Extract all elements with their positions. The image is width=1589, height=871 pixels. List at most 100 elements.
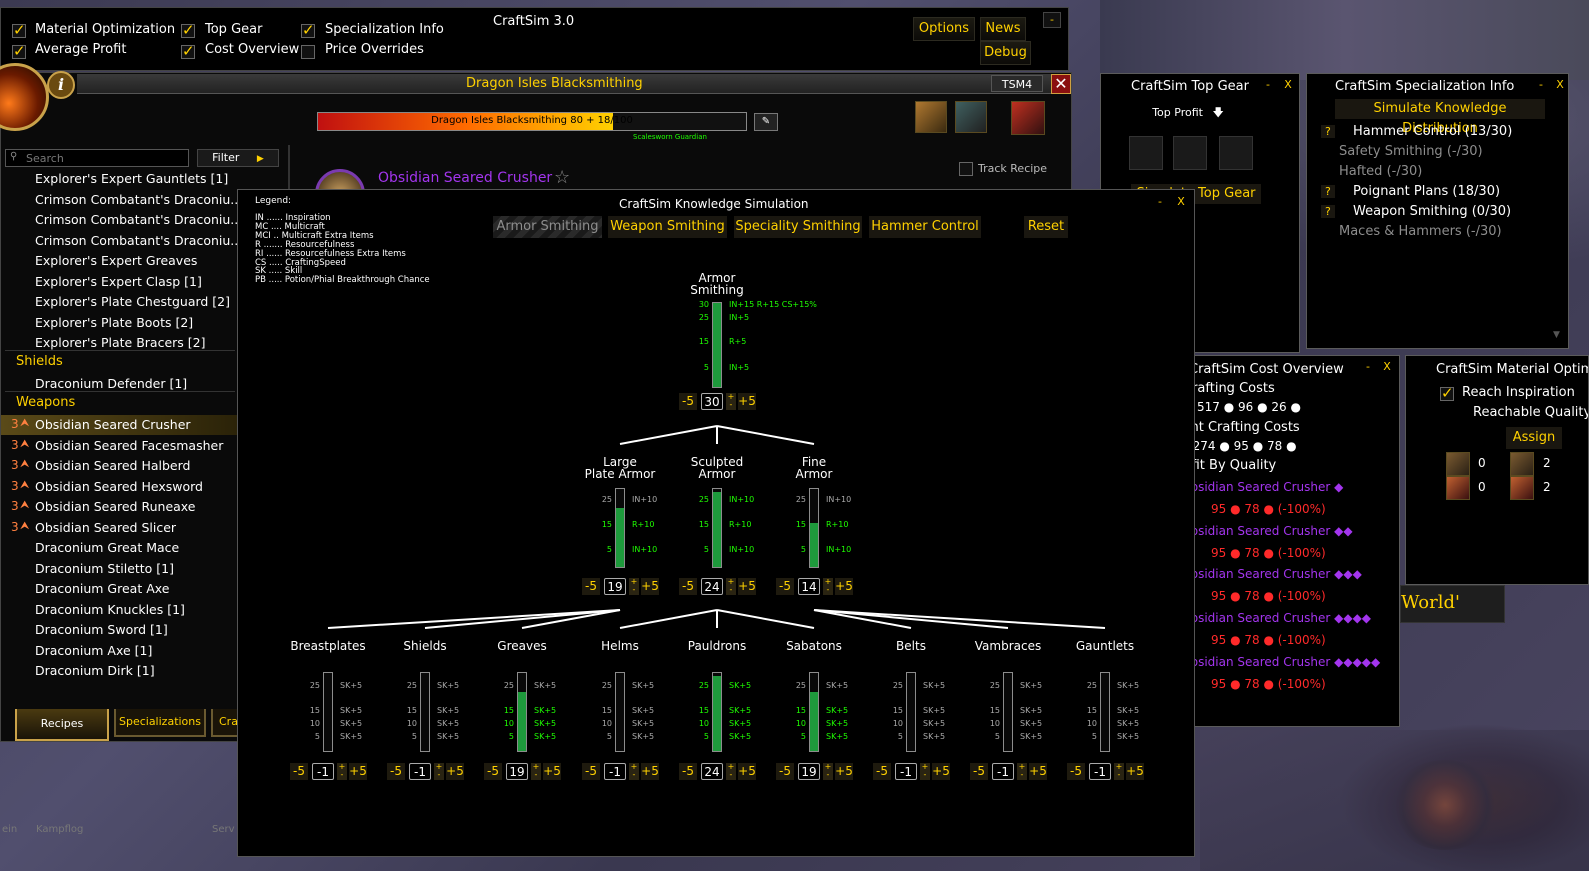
recipe-list-item[interactable]: Explorer's Expert Gauntlets [1] [1,169,241,189]
leaf-node-4-points-input[interactable]: 24 [701,763,723,780]
recipe-list-item[interactable]: Draconium Knuckles [1] [1,600,241,620]
decrease-5-button[interactable]: -5 [776,763,794,780]
increment-arrows[interactable]: + - [726,578,736,595]
decrease-5-button[interactable]: -5 [970,763,988,780]
info-icon[interactable]: i [47,71,75,99]
increase-5-button[interactable]: +5 [932,763,950,780]
category-header[interactable]: Shields [16,354,63,369]
category-header[interactable]: Weapons [16,395,75,410]
increase-5-button[interactable]: +5 [835,578,853,595]
spec-help-icon[interactable]: ? [1321,205,1335,218]
spec-help-icon[interactable]: ? [1321,185,1335,198]
recipe-list-item[interactable]: Crimson Combatant's Draconiu... [1,210,242,230]
recipe-list-item[interactable]: Crimson Combatant's Draconiu... [1,231,242,251]
decrease-5-button[interactable]: -5 [582,578,600,595]
check-cost-overview[interactable] [181,42,195,60]
root-node-points-input[interactable]: 30 [701,393,723,410]
gear-slot-1-icon[interactable] [1129,136,1163,170]
leaf-node-2-points-input[interactable]: 19 [506,763,528,780]
increment-arrows[interactable]: + - [337,763,347,780]
check-specialization-info[interactable] [301,21,315,39]
recipe-list-item[interactable]: Draconium Great Mace [1,538,241,558]
increment-arrows[interactable]: + - [531,763,541,780]
leaf-node-7-points-input[interactable]: -1 [992,763,1014,780]
options-button[interactable]: Options [913,17,975,41]
reach-inspiration-checkbox[interactable] [1440,384,1454,402]
increment-arrows[interactable]: + - [434,763,444,780]
decrease-5-button[interactable]: -5 [1067,763,1085,780]
increment-arrows[interactable]: + - [1114,763,1124,780]
increase-5-button[interactable]: +5 [641,578,659,595]
leaf-node-5-points-input[interactable]: 19 [798,763,820,780]
recipe-list-item[interactable]: 3 ⮝ Obsidian Seared Facesmasher [1,436,241,456]
increment-arrows[interactable]: + - [823,763,833,780]
recipe-list-item[interactable]: Crimson Combatant's Draconiu... [1,190,242,210]
recipe-list-item[interactable]: Draconium Axe [1] [1,641,241,661]
close-icon[interactable]: ✕ [1051,74,1071,94]
increment-arrows[interactable]: + - [629,578,639,595]
increase-5-button[interactable]: +5 [738,578,756,595]
decrease-5-button[interactable]: -5 [582,763,600,780]
chat-tab-server[interactable]: Serv [212,824,235,835]
decrease-5-button[interactable]: -5 [387,763,405,780]
leaf-node-6-points-input[interactable]: -1 [895,763,917,780]
filter-button[interactable]: Filter ▶ [197,149,279,167]
recipe-list-item[interactable]: Explorer's Plate Chestguard [2] [1,292,241,312]
recipe-list-item[interactable]: Explorer's Plate Boots [2] [1,313,241,333]
chat-tab-combat-log[interactable]: Kampflog [36,824,83,835]
recipe-list-item[interactable]: 3 ⮝ Obsidian Seared Crusher [1,415,241,435]
check-average-profit[interactable] [12,42,26,60]
increase-5-button[interactable]: +5 [738,393,756,410]
recipe-list-item[interactable]: Explorer's Expert Clasp [1] [1,272,241,292]
gear-slot-apron-icon[interactable] [955,101,987,133]
decrease-5-button[interactable]: -5 [776,578,794,595]
recipe-list-item[interactable]: 3 ⮝ Obsidian Seared Slicer [1,518,241,538]
search-field[interactable]: ⚲ Search [5,149,189,167]
mid-node-1-points-input[interactable]: 24 [701,578,723,595]
chat-tab-general[interactable]: ein [2,824,17,835]
decrease-5-button[interactable]: -5 [679,393,697,410]
profit-quality-item[interactable]: Obsidian Seared Crusher ◆◆◆◆◆ [1193,655,1380,669]
recipe-list-item[interactable]: Draconium Great Axe [1,579,241,599]
increment-arrows[interactable]: + - [726,763,736,780]
increase-5-button[interactable]: +5 [446,763,464,780]
gear-slot-2-icon[interactable] [1173,136,1207,170]
chat-bubble-icon[interactable]: ✎ [754,113,778,131]
top-gear-minimize-button[interactable]: - [1259,78,1277,94]
increase-5-button[interactable]: +5 [1126,763,1144,780]
leaf-node-0-points-input[interactable]: -1 [312,763,334,780]
increment-arrows[interactable]: + - [823,578,833,595]
recipe-list-item[interactable]: Explorer's Expert Greaves [1,251,241,271]
mid-node-0-points-input[interactable]: 19 [604,578,626,595]
track-recipe-checkbox[interactable] [959,162,973,176]
cost-minimize-button[interactable]: - [1359,360,1377,376]
tsm-button[interactable]: TSM4 [991,75,1043,92]
increment-arrows[interactable]: + - [629,763,639,780]
check-price-overrides[interactable] [301,45,315,59]
gear-slot-3-icon[interactable] [1219,136,1253,170]
spec-info-minimize-button[interactable]: - [1532,78,1550,94]
gear-slot-accessory-icon[interactable] [1011,101,1045,135]
increment-arrows[interactable]: + - [920,763,930,780]
profit-quality-item[interactable]: Obsidian Seared Crusher ◆◆◆◆ [1193,611,1371,625]
top-gear-mode-dropdown[interactable]: Top Profit 🡇 [1127,104,1249,120]
leaf-node-1-points-input[interactable]: -1 [409,763,431,780]
tab-specializations[interactable]: Specializations [114,709,206,737]
leaf-node-8-points-input[interactable]: -1 [1089,763,1111,780]
increase-5-button[interactable]: +5 [835,763,853,780]
favorite-star-icon[interactable]: ☆ [554,167,570,188]
increase-5-button[interactable]: +5 [543,763,561,780]
recipe-list-item[interactable]: Draconium Dirk [1] [1,661,241,681]
mid-node-2-points-input[interactable]: 14 [798,578,820,595]
recipe-list-item[interactable]: Draconium Sword [1] [1,620,241,640]
recipe-list-item[interactable]: 3 ⮝ Obsidian Seared Runeaxe [1,497,241,517]
recipe-list-item[interactable]: Draconium Stiletto [1] [1,559,241,579]
decrease-5-button[interactable]: -5 [679,763,697,780]
cost-close-button[interactable]: X [1378,360,1396,376]
scroll-down-icon[interactable]: ▼ [1553,330,1560,340]
recipe-list-item[interactable]: 3 ⮝ Obsidian Seared Hexsword [1,477,241,497]
profit-quality-item[interactable]: Obsidian Seared Crusher ◆◆◆ [1193,567,1362,581]
increase-5-button[interactable]: +5 [641,763,659,780]
increase-5-button[interactable]: +5 [349,763,367,780]
simulate-knowledge-button[interactable]: Simulate Knowledge Distribution [1335,99,1545,136]
